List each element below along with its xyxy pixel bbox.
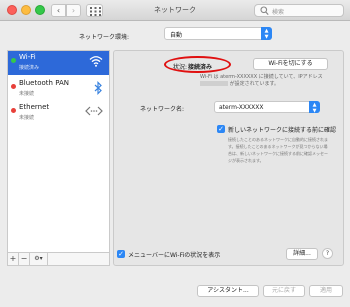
network-name-popup[interactable]: aterm-XXXXXX ▲ ▼ <box>214 101 320 114</box>
redacted-ip-address <box>200 81 228 86</box>
minimize-window-button[interactable] <box>21 5 31 15</box>
service-status: 未接続 <box>19 115 35 121</box>
status-dot <box>11 108 16 113</box>
service-item-ethernet[interactable]: Ethernet 未接続 <box>8 101 109 125</box>
show-wifi-status-label[interactable]: メニューバーにWi-Fiの状況を表示 <box>128 250 220 259</box>
search-field[interactable]: 検索 <box>254 4 344 17</box>
network-name-value: aterm-XXXXXX <box>219 104 264 111</box>
show-wifi-status-checkbox[interactable]: ✓ <box>117 250 125 258</box>
ethernet-icon <box>85 106 103 116</box>
updown-arrows-icon: ▲ ▼ <box>261 27 272 40</box>
add-service-button[interactable]: + <box>8 253 19 265</box>
updown-arrows-icon: ▲ ▼ <box>309 101 320 114</box>
window-title: ネットワーク <box>154 6 196 14</box>
status-dot <box>11 58 16 63</box>
ask-to-join-checkbox[interactable]: ✓ <box>217 125 225 133</box>
network-preferences-window: ‹ › ネットワーク 検索 ネットワーク環境: 自動 ▲ ▼ Wi-Fi 接続済… <box>0 0 350 307</box>
forward-button[interactable]: › <box>66 4 81 17</box>
status-description: Wi-Fi は aterm-XXXXXX に接続していて、IPアドレス が設定さ… <box>200 74 330 88</box>
service-status: 未接続 <box>19 91 35 97</box>
advanced-details-button[interactable]: 詳細... <box>286 248 318 260</box>
location-value: 自動 <box>170 32 183 39</box>
service-status: 接続済み <box>19 65 40 71</box>
service-list-toolbar: + − ⚙▾ <box>7 253 110 266</box>
status-highlight-oval <box>164 56 231 73</box>
location-label: ネットワーク環境: <box>79 34 130 41</box>
help-button[interactable]: ? <box>322 248 333 259</box>
action-menu-button[interactable]: ⚙▾ <box>30 253 48 265</box>
search-icon <box>260 6 269 16</box>
wifi-icon <box>89 56 103 67</box>
service-list: Wi-Fi 接続済み Bluetooth PAN 未接続 Ethernet 未接… <box>7 50 110 253</box>
zoom-window-button[interactable] <box>35 5 45 15</box>
service-name: Wi-Fi <box>19 53 36 61</box>
location-popup[interactable]: 自動 ▲ ▼ <box>164 27 272 40</box>
search-placeholder: 検索 <box>272 9 285 16</box>
service-name: Ethernet <box>19 103 50 111</box>
assistant-button[interactable]: アシスタント... <box>197 285 259 297</box>
status-dot <box>11 84 16 89</box>
service-item-bluetooth-pan[interactable]: Bluetooth PAN 未接続 <box>8 77 109 101</box>
revert-button[interactable]: 元に戻す <box>263 285 305 297</box>
remove-service-button[interactable]: − <box>19 253 30 265</box>
bluetooth-icon <box>94 81 102 95</box>
service-item-wifi[interactable]: Wi-Fi 接続済み <box>8 51 109 75</box>
service-name: Bluetooth PAN <box>19 79 70 87</box>
apply-button[interactable]: 適用 <box>309 285 343 297</box>
grid-icon <box>90 7 101 16</box>
back-button[interactable]: ‹ <box>51 4 66 17</box>
show-all-button[interactable] <box>86 4 103 17</box>
ask-to-join-label[interactable]: 新しいネットワークに接続する前に確認 <box>228 125 336 134</box>
network-name-label: ネットワーク名: <box>140 106 185 113</box>
status-description-line2: が設定されています。 <box>229 81 279 87</box>
title-bar: ‹ › ネットワーク 検索 <box>0 0 350 21</box>
status-description-line1: Wi-Fi は aterm-XXXXXX に接続していて、IPアドレス <box>200 74 323 80</box>
close-window-button[interactable] <box>7 5 17 15</box>
ask-to-join-hint: 接続したことのあるネットワークに自動的に接続されます。接続したことのあるネットワ… <box>228 137 328 163</box>
turn-wifi-off-button[interactable]: Wi-Fiを切にする <box>253 58 328 70</box>
